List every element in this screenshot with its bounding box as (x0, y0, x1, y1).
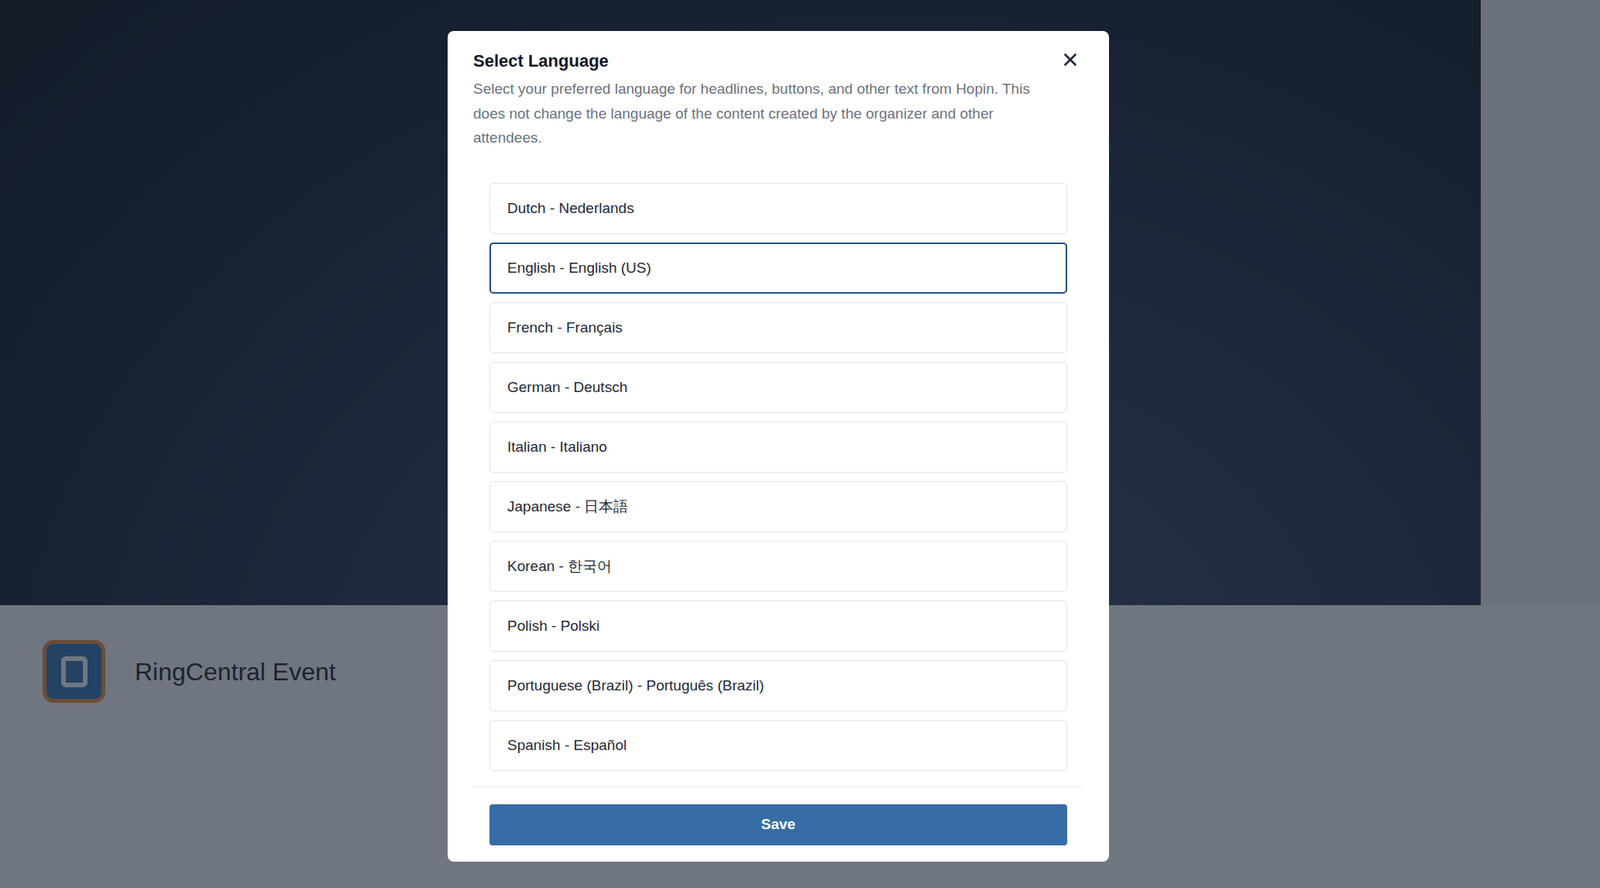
language-option[interactable]: Japanese - 日本語 (489, 480, 1068, 533)
language-option[interactable]: Polish - Polski (489, 600, 1068, 652)
app: RingCentral EventSelect LanguageSelect y… (0, 0, 1600, 888)
close-button[interactable] (1059, 48, 1082, 71)
dialog-title: Select Language (473, 49, 1084, 73)
language-option[interactable]: Spanish - Español (489, 719, 1068, 771)
close-icon (1060, 49, 1081, 70)
language-option[interactable]: Italian - Italiano (489, 421, 1068, 473)
language-option[interactable]: Portuguese (Brazil) - Português (Brazil) (489, 659, 1068, 711)
language-dialog: Select Language Select your preferred lan… (447, 30, 1110, 862)
language-option[interactable]: English - English (US) (489, 242, 1068, 294)
modal-overlay: Select Language Select your preferred lan… (0, 0, 1600, 888)
language-option[interactable]: Korean - 한국어 (489, 540, 1068, 592)
save-button[interactable]: Save (489, 803, 1068, 845)
language-list: Dutch - Nederlands English - English (US)… (447, 182, 1110, 771)
dialog-description: Select your preferred language for headl… (473, 76, 1084, 151)
language-option[interactable]: French - Français (489, 302, 1068, 354)
language-option[interactable]: German - Deutsch (489, 361, 1068, 413)
language-option[interactable]: Dutch - Nederlands (489, 182, 1068, 234)
dialog-footer: Save (472, 786, 1085, 862)
